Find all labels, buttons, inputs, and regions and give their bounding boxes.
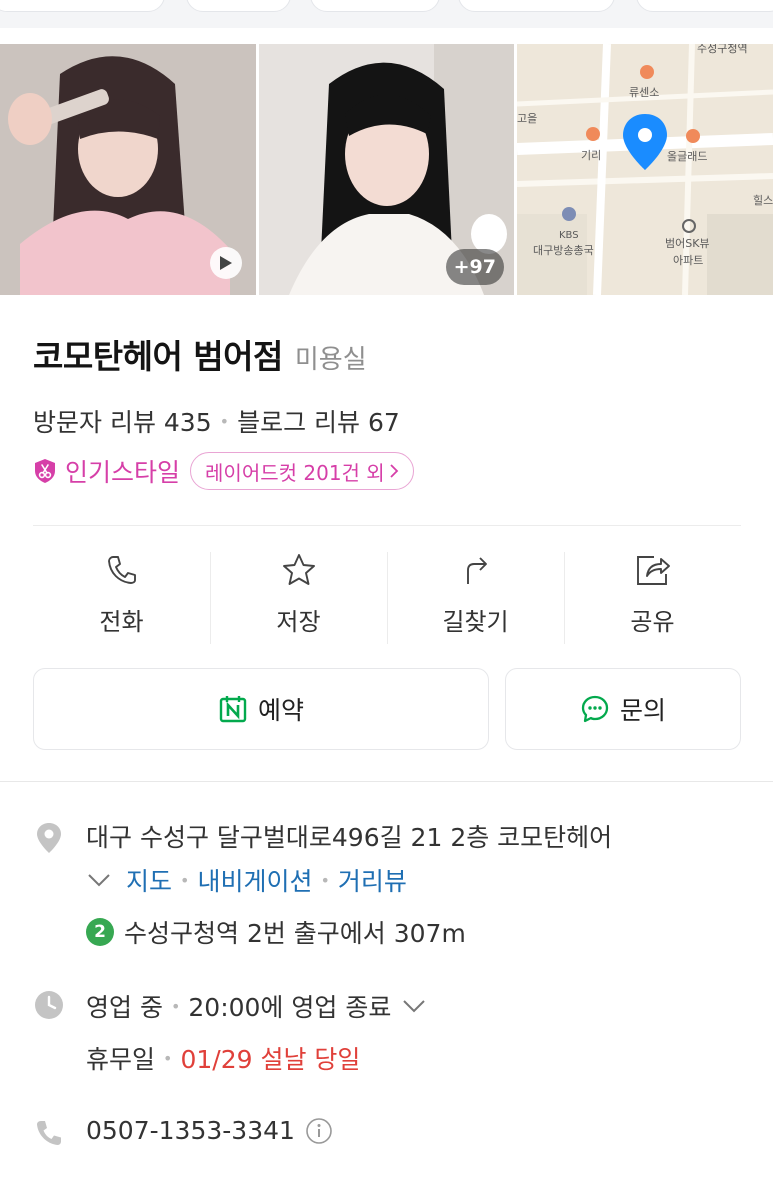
phone-number[interactable]: 0507-1353-3341 bbox=[86, 1116, 295, 1145]
chip[interactable] bbox=[0, 0, 165, 12]
chevron-right-icon bbox=[390, 464, 398, 478]
dot-separator: • bbox=[170, 996, 181, 1016]
play-button[interactable] bbox=[210, 247, 242, 279]
save-label: 저장 bbox=[276, 608, 321, 636]
call-label: 전화 bbox=[99, 608, 144, 636]
svg-text:고을: 고을 bbox=[517, 112, 537, 125]
navigation-link[interactable]: 내비게이션 bbox=[197, 862, 312, 898]
holiday-label: 휴무일 bbox=[86, 1045, 156, 1074]
photo-thumbnail[interactable]: +97 bbox=[259, 44, 514, 295]
trend-chip-label: 레이어드컷 201건 외 bbox=[205, 460, 385, 485]
closing-time: 20:00에 영업 종료 bbox=[188, 993, 392, 1022]
place-name: 코모탄헤어 범어점 bbox=[33, 337, 283, 376]
subway-text: 수성구청역 2번 출구에서 307m bbox=[124, 919, 466, 948]
phone-icon bbox=[107, 556, 136, 584]
dot-separator: • bbox=[219, 411, 230, 431]
photo-video-thumbnail[interactable] bbox=[0, 44, 256, 295]
info-icon[interactable] bbox=[305, 1117, 333, 1145]
svg-text:KBS: KBS bbox=[559, 230, 579, 241]
chip[interactable] bbox=[458, 0, 615, 12]
inquiry-button[interactable]: 문의 bbox=[505, 668, 741, 750]
directions-icon bbox=[466, 557, 487, 584]
address-text: 대구 수성구 달구벌대로496길 21 2층 코모탄헤어 bbox=[86, 823, 613, 852]
subway-info: 2 수성구청역 2번 출구에서 307m bbox=[86, 914, 466, 950]
chip[interactable] bbox=[186, 0, 291, 12]
photo-strip: +97 수성구청역 류센소 고을 기리 올글래드 힐스 KBS 대구방송총국 범… bbox=[0, 44, 773, 295]
chip[interactable] bbox=[636, 0, 773, 12]
map-link[interactable]: 지도 bbox=[126, 862, 172, 898]
svg-text:기리: 기리 bbox=[581, 149, 601, 162]
visitor-review-link[interactable]: 방문자 리뷰 435 bbox=[33, 403, 212, 439]
section-divider bbox=[0, 781, 773, 782]
review-row: 방문자 리뷰 435 • 블로그 리뷰 67 bbox=[33, 403, 400, 439]
chevron-down-icon[interactable] bbox=[401, 998, 427, 1014]
save-action[interactable]: 저장 bbox=[210, 550, 387, 644]
scissors-shield-icon bbox=[35, 459, 55, 483]
street-view-link[interactable]: 거리뷰 bbox=[338, 862, 407, 898]
business-hours[interactable]: 영업 중 • 20:00에 영업 종료 bbox=[86, 988, 427, 1024]
holiday-value: 01/29 설날 당일 bbox=[180, 1045, 361, 1074]
location-pin-icon bbox=[37, 823, 61, 853]
chevron-down-icon[interactable] bbox=[86, 872, 112, 888]
top-chip-strip bbox=[0, 0, 773, 28]
action-bar: 전화 저장 길찾기 공유 bbox=[33, 550, 741, 644]
svg-text:류센소: 류센소 bbox=[629, 86, 659, 99]
reserve-button[interactable]: 예약 bbox=[33, 668, 489, 750]
naver-calendar-icon bbox=[219, 696, 247, 723]
map-preview: 수성구청역 류센소 고을 기리 올글래드 힐스 KBS 대구방송총국 범어SK뷰… bbox=[517, 44, 773, 295]
svg-text:힐스: 힐스 bbox=[753, 194, 773, 207]
open-status: 영업 중 bbox=[86, 993, 163, 1022]
svg-text:수성구청역: 수성구청역 bbox=[697, 44, 748, 55]
star-icon bbox=[282, 554, 315, 585]
inquiry-label: 문의 bbox=[619, 696, 666, 725]
phone-row: 0507-1353-3341 bbox=[86, 1116, 333, 1145]
trend-row: 인기스타일 레이어드컷 201건 외 bbox=[33, 452, 414, 490]
clock-icon bbox=[35, 991, 63, 1019]
trend-label: 인기스타일 bbox=[65, 458, 181, 487]
directions-action[interactable]: 길찾기 bbox=[387, 550, 564, 644]
address-links: 지도 • 내비게이션 • 거리뷰 bbox=[86, 862, 407, 898]
chip[interactable] bbox=[310, 0, 440, 12]
more-photos-badge: +97 bbox=[445, 249, 504, 285]
dot-separator: • bbox=[320, 870, 330, 890]
svg-text:대구방송총국: 대구방송총국 bbox=[533, 244, 594, 257]
title-row: 코모탄헤어 범어점 미용실 bbox=[33, 330, 367, 378]
phone-fill-icon bbox=[37, 1121, 61, 1145]
directions-label: 길찾기 bbox=[442, 608, 509, 636]
holiday-info: 휴무일 • 01/29 설날 당일 bbox=[86, 1040, 360, 1076]
share-action[interactable]: 공유 bbox=[564, 550, 741, 644]
svg-text:아파트: 아파트 bbox=[673, 254, 703, 267]
svg-text:범어SK뷰: 범어SK뷰 bbox=[665, 237, 710, 250]
share-icon bbox=[636, 556, 670, 585]
call-action[interactable]: 전화 bbox=[33, 550, 210, 644]
share-label: 공유 bbox=[630, 608, 675, 636]
dot-separator: • bbox=[180, 870, 190, 890]
dot-separator: • bbox=[163, 1048, 173, 1068]
blog-review-link[interactable]: 블로그 리뷰 67 bbox=[237, 403, 400, 439]
play-icon bbox=[220, 256, 232, 270]
place-category: 미용실 bbox=[294, 345, 367, 375]
map-thumbnail[interactable]: 수성구청역 류센소 고을 기리 올글래드 힐스 KBS 대구방송총국 범어SK뷰… bbox=[517, 44, 773, 295]
reserve-label: 예약 bbox=[257, 696, 304, 725]
divider bbox=[33, 525, 741, 526]
subway-line-badge: 2 bbox=[86, 918, 114, 946]
svg-text:올글래드: 올글래드 bbox=[667, 150, 707, 163]
trend-style-chip[interactable]: 레이어드컷 201건 외 bbox=[190, 452, 414, 490]
chat-bubble-icon bbox=[581, 695, 609, 723]
